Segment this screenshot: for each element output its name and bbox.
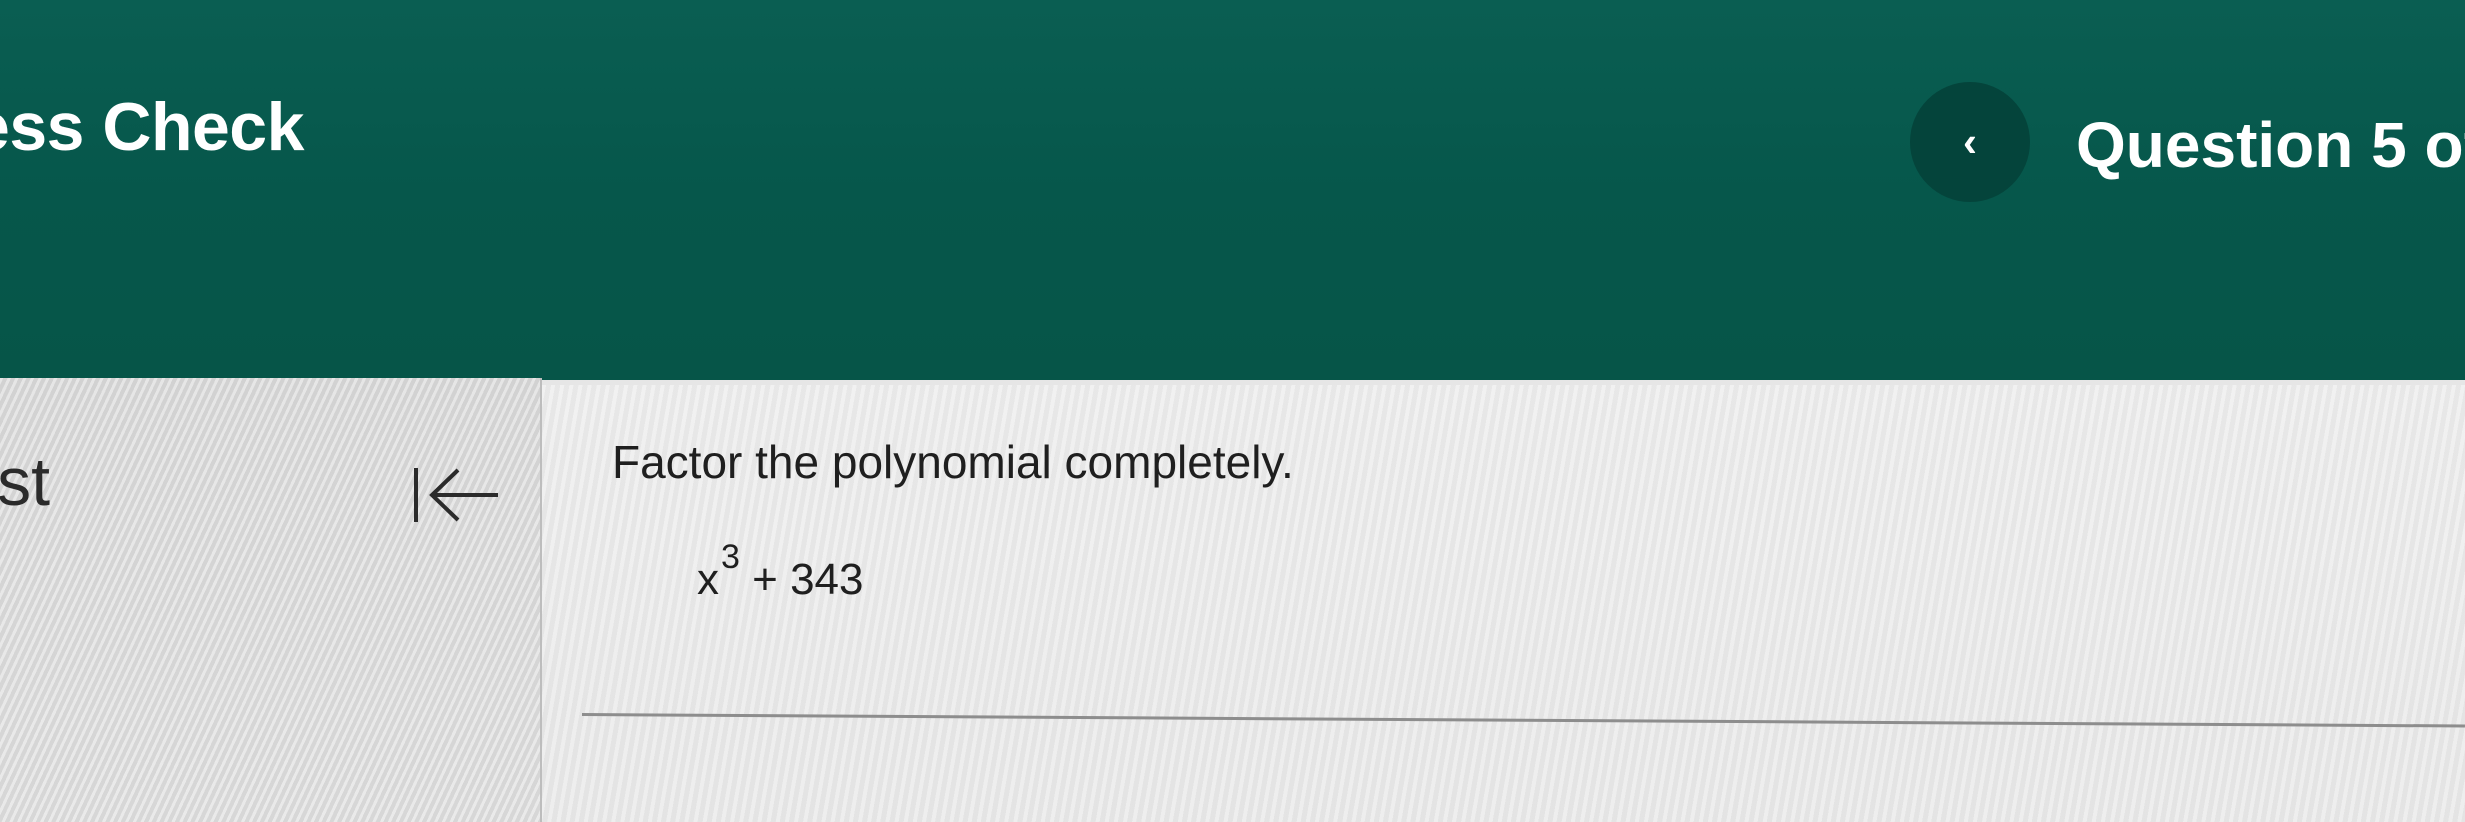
- expression-base: x: [697, 555, 719, 604]
- question-prompt: Factor the polynomial completely.: [612, 436, 1294, 488]
- previous-question-button[interactable]: ‹: [1910, 82, 2030, 202]
- question-counter: Question 5 of: [2076, 109, 2465, 181]
- question-panel: Factor the polynomial completely. x3 + 3…: [542, 385, 2465, 822]
- collapse-left-icon[interactable]: [410, 460, 502, 530]
- top-header: ess Check ‹ Question 5 of: [0, 0, 2465, 380]
- expression-rest: + 343: [739, 555, 864, 604]
- divider: [581, 713, 2465, 728]
- question-list-sidebar: ist: [0, 378, 542, 822]
- chevron-left-icon: ‹: [1963, 118, 1977, 165]
- polynomial-expression: x3 + 343: [697, 538, 864, 605]
- page-title: ess Check: [0, 89, 304, 165]
- sidebar-title: ist: [0, 444, 50, 520]
- expression-exponent: 3: [721, 538, 740, 576]
